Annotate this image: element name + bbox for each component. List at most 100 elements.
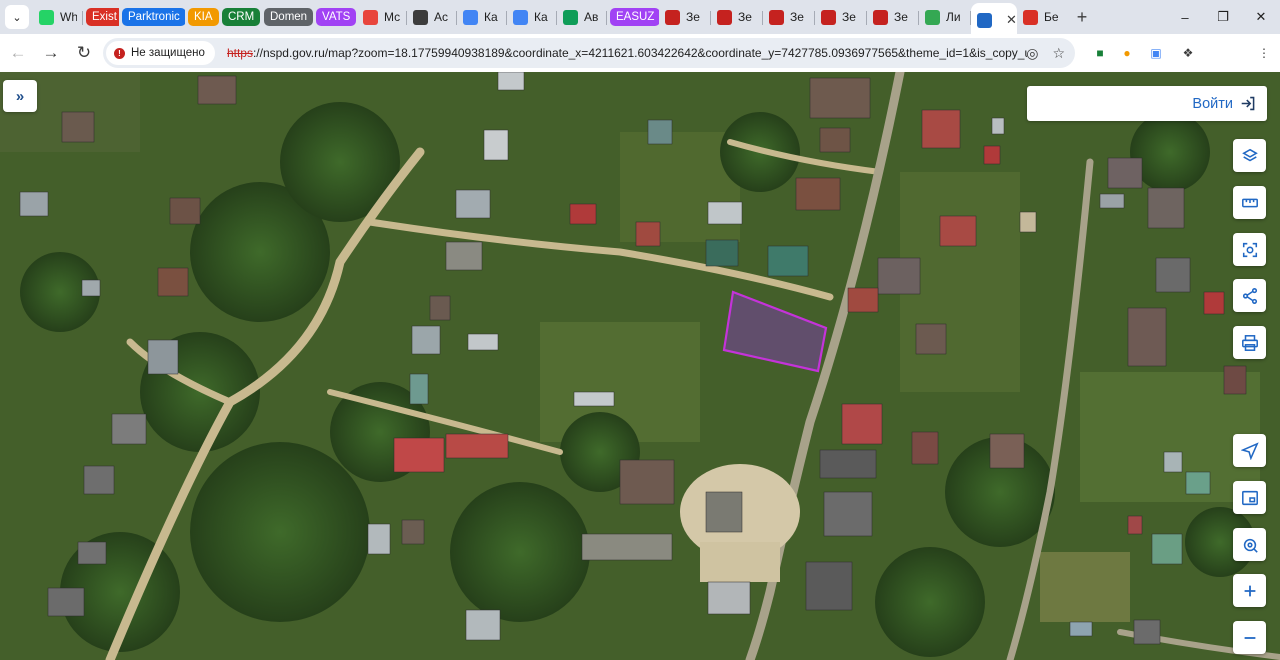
url-text[interactable]: https://nspd.gov.ru/map?zoom=18.17759940… — [227, 46, 1027, 60]
minimap-button[interactable] — [1233, 481, 1266, 514]
browser-tab[interactable]: Зе — [815, 3, 867, 31]
tab-title: Зе — [738, 10, 752, 24]
close-tab-icon[interactable]: ✕ — [1006, 12, 1017, 28]
browser-tab[interactable]: Ка — [507, 3, 557, 31]
browser-tab[interactable]: Ac — [407, 3, 457, 31]
locate-button[interactable] — [1233, 528, 1266, 561]
tab-group-chip[interactable]: EASUZ — [607, 3, 659, 31]
google-icon — [513, 9, 528, 25]
window-controls: – ❐ ✕ — [1166, 0, 1280, 34]
area-select-button[interactable] — [1233, 233, 1266, 266]
share-button[interactable] — [1233, 279, 1266, 312]
nspd-icon — [977, 12, 992, 28]
security-label: Не защищено — [131, 47, 205, 59]
navigate-icon — [1240, 441, 1259, 460]
browser-tab[interactable]: Зе — [711, 3, 763, 31]
tab-group-chip[interactable]: VATS — [313, 3, 357, 31]
url-scheme: https — [226, 46, 253, 60]
minimap-icon — [1241, 490, 1258, 505]
translate-icon[interactable]: ▣ — [1145, 42, 1167, 64]
layers-icon — [1241, 148, 1258, 161]
menu-dots-icon[interactable]: ⋮ — [1253, 42, 1275, 64]
tab-title: Зе — [842, 10, 856, 24]
browser-tab[interactable]: Ли — [919, 3, 971, 31]
avito-icon — [413, 9, 428, 25]
map-canvas[interactable]: » Войти — [0, 72, 1280, 660]
tab-title: Ли — [946, 10, 961, 24]
tab-group-chip[interactable]: KIA — [185, 3, 219, 31]
tab-group-chip[interactable]: CRM — [219, 3, 261, 31]
login-icon — [1241, 96, 1255, 111]
browser-tab[interactable]: Зе — [659, 3, 711, 31]
satellite-imagery — [0, 72, 1280, 660]
tab-group-label: EASUZ — [610, 8, 659, 26]
extensions-puzzle-icon[interactable]: ❖ — [1177, 42, 1199, 64]
extension-icon-orange[interactable]: ● — [1116, 42, 1138, 64]
drive-icon — [563, 9, 578, 25]
chevron-down-icon: ⌄ — [12, 11, 22, 24]
browser-tab[interactable]: Зе — [867, 3, 919, 31]
tab-title: Ac — [434, 10, 449, 24]
browser-tab[interactable]: Мс — [357, 3, 407, 31]
browser-tab[interactable]: Зе — [763, 3, 815, 31]
tab-group-chip[interactable]: Domen — [261, 3, 313, 31]
double-chevron-right-icon: » — [15, 87, 25, 105]
tab-group-label: Exist — [86, 8, 119, 26]
arrow-right-icon: → — [42, 43, 60, 62]
tab-group-label: VATS — [316, 8, 357, 26]
address-bar[interactable]: ! Не защищено https://nspd.gov.ru/map?zo… — [103, 38, 1075, 68]
rosreestr-icon — [873, 9, 888, 25]
close-window-button[interactable]: ✕ — [1242, 0, 1280, 34]
scan-select-icon — [1242, 242, 1257, 257]
zoom-in-icon — [1244, 585, 1255, 596]
browser-tab[interactable]: Wh — [33, 3, 83, 31]
tab-group-chip[interactable]: Parktronic — [119, 3, 185, 31]
locate-icon — [1243, 538, 1258, 553]
extension-icon-green[interactable]: ■ — [1089, 42, 1111, 64]
tab-list: Wh Exist Parktronic KIA CRM Domen VATS Мс Ac Ка Ка… — [33, 0, 1067, 37]
eye-off-icon[interactable]: ◎ — [1026, 45, 1038, 62]
tab-group-chip[interactable]: Exist — [83, 3, 119, 31]
tab-title: Ав — [584, 10, 599, 24]
ruler-icon — [1241, 198, 1258, 207]
new-tab-button[interactable]: + — [1069, 4, 1095, 30]
tab-title: Зе — [686, 10, 700, 24]
minimize-button[interactable]: – — [1166, 0, 1204, 34]
plus-icon: + — [1076, 6, 1088, 27]
browser-tab[interactable]: Ав — [557, 3, 607, 31]
browser-tab[interactable]: Бе — [1017, 3, 1067, 31]
rosreestr-icon — [665, 9, 680, 25]
maximize-button[interactable]: ❐ — [1204, 0, 1242, 34]
tab-search-button[interactable]: ⌄ — [5, 5, 29, 29]
navigate-button[interactable] — [1233, 434, 1266, 467]
tab-title: Зе — [790, 10, 804, 24]
print-button[interactable] — [1233, 326, 1266, 359]
browser-toolbar: ← → ↻ ! Не защищено https://nspd.gov.ru/… — [0, 34, 1280, 96]
active-browser-tab[interactable]: ✕ — [971, 3, 1017, 37]
browser-tab[interactable]: Ка — [457, 3, 507, 31]
reload-button[interactable]: ↻ — [69, 38, 99, 68]
back-button[interactable]: ← — [3, 38, 33, 68]
zoom-out-button[interactable] — [1233, 621, 1266, 654]
zoom-in-button[interactable] — [1233, 574, 1266, 607]
expand-panel-button[interactable]: » — [3, 80, 37, 112]
tab-group-label: Domen — [264, 8, 313, 26]
tab-strip: ⌄ Wh Exist Parktronic KIA CRM Domen VATS Мс Ac Ка… — [0, 0, 1280, 37]
reload-icon: ↻ — [76, 43, 92, 62]
measure-button[interactable] — [1233, 186, 1266, 219]
maps-pin-icon — [1023, 9, 1038, 25]
bookmark-star-icon[interactable]: ☆ — [1052, 45, 1065, 62]
rosreestr-icon — [821, 9, 836, 25]
url-path: ://nspd.gov.ru/map?zoom=18.1775994093818… — [252, 46, 1027, 60]
rosreestr-icon — [717, 9, 732, 25]
security-chip[interactable]: ! Не защищено — [106, 41, 215, 65]
layers-button[interactable] — [1233, 139, 1266, 172]
puzzle-app-icon — [925, 9, 940, 25]
tab-group-label: Parktronic — [122, 8, 185, 26]
login-bar[interactable]: Войти — [1027, 86, 1267, 121]
tab-title: Wh — [60, 10, 77, 24]
rosreestr-icon — [769, 9, 784, 25]
forward-button[interactable]: → — [36, 38, 66, 68]
tab-title: Зе — [894, 10, 908, 24]
tab-title: Мс — [384, 10, 401, 24]
